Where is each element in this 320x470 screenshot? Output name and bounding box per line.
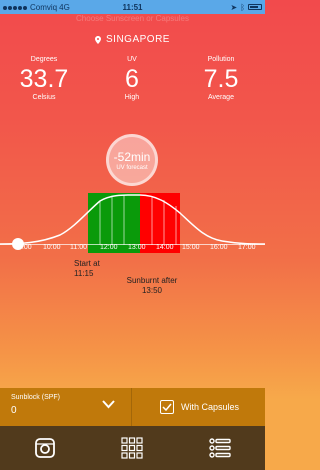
tick-label: 9:00: [18, 244, 32, 251]
location-name: SINGAPORE: [106, 34, 170, 45]
tick-label: 15:00: [182, 244, 200, 251]
start-annotation: Start at 11:15: [74, 259, 100, 278]
map-pin-icon: [95, 35, 102, 44]
metric-sub: Celsius: [32, 94, 56, 101]
tick-label: 11:00: [70, 244, 87, 251]
metric-sub: High: [124, 94, 140, 101]
metric-label: UV: [127, 56, 137, 63]
checkbox-checked-icon[interactable]: [160, 400, 174, 414]
tick-label: 14:00: [156, 244, 174, 251]
battery-icon: [248, 4, 262, 10]
degrees-metric: Degrees 33.7 Celsius: [0, 56, 88, 101]
bluetooth-icon: ᛒ: [240, 2, 245, 12]
location-header[interactable]: SINGAPORE: [0, 34, 265, 45]
sunblock-label: Sunblock (SPF): [11, 394, 61, 401]
protection-bar: Sunblock (SPF) 0 With Capsules: [0, 388, 265, 426]
tick-label: 12:00: [100, 244, 118, 251]
status-time: 11:51: [122, 2, 143, 12]
sunblock-value: 0: [11, 405, 17, 416]
tick-label: 16:00: [210, 244, 228, 251]
metric-label: Pollution: [207, 56, 235, 63]
instagram-icon[interactable]: [34, 437, 56, 459]
metric-sub: Average: [208, 94, 234, 101]
list-icon[interactable]: [209, 437, 231, 459]
capsules-toggle[interactable]: With Capsules: [132, 388, 265, 426]
metric-value: 6: [125, 65, 139, 93]
metric-value: 7.5: [203, 65, 239, 93]
metric-label: Degrees: [30, 56, 58, 63]
sunburnt-annotation: Sunburnt after 13:50: [126, 276, 178, 295]
uv-forecast-bubble[interactable]: -52min UV forecast: [106, 134, 158, 186]
pollution-metric: Pollution 7.5 Average: [177, 56, 265, 101]
uv-forecast-time: -52min: [113, 149, 151, 164]
tab-bar: [0, 426, 265, 470]
status-bar: Comviq 4G 11:51 ➤ ᛒ: [0, 0, 265, 14]
tick-label: 13:00: [128, 244, 146, 251]
faded-title: Choose Sunscreen or Capsules: [76, 14, 189, 23]
uv-forecast-caption: UV forecast: [116, 164, 148, 171]
tick-label: 10:00: [43, 244, 61, 251]
tick-label: 17:00: [238, 244, 256, 251]
chevron-down-icon[interactable]: [102, 399, 115, 409]
metric-value: 33.7: [19, 65, 69, 93]
grid-icon[interactable]: [121, 437, 143, 459]
capsules-label: With Capsules: [181, 402, 240, 412]
status-right: ➤ ᛒ: [230, 3, 262, 12]
location-arrow-icon: ➤: [230, 2, 238, 12]
uv-metric: UV 6 High: [88, 56, 176, 101]
sunblock-selector[interactable]: Sunblock (SPF) 0: [0, 388, 132, 426]
